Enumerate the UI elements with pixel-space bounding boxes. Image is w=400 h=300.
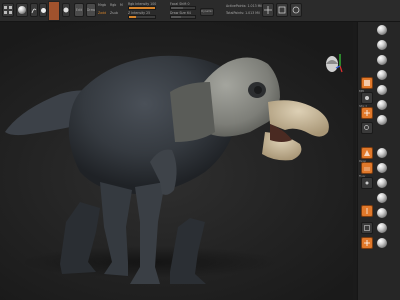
sphere-icon [377,238,387,248]
z-intensity-slider[interactable] [128,15,156,19]
lightbox-button[interactable] [2,3,14,17]
viewport-scrollbar[interactable] [353,22,356,300]
scroll-button[interactable] [361,107,373,119]
shelf-column-right [375,22,389,300]
lsym-button[interactable] [361,205,373,217]
move-icon [364,240,370,246]
material-sphere-12[interactable] [376,207,388,219]
draw-label: Draw [86,8,96,12]
alpha-button[interactable] [39,3,47,17]
sphere-icon [377,55,387,65]
canvas-viewport[interactable] [0,22,357,300]
move-shelf-button[interactable] [361,237,373,249]
persp-icon [364,150,370,156]
rgb-label[interactable]: Rgb [110,3,116,7]
focal-shift-slider[interactable] [170,6,196,10]
floor-icon [364,167,370,171]
sphere-icon [377,115,387,125]
material-sphere-10[interactable] [376,177,388,189]
head-gizmo-icon[interactable] [322,52,344,82]
m-label[interactable]: M [120,3,123,7]
grid-icon [4,6,12,14]
sphere-icon [377,85,387,95]
mrgb-label[interactable]: Mrgb [98,3,106,7]
dinosaur-model [5,55,329,284]
local-button[interactable] [361,177,373,189]
material-sphere-8[interactable] [376,147,388,159]
material-sphere-1[interactable] [376,24,388,36]
zadd-label[interactable]: Zadd [98,11,106,15]
move-button[interactable] [262,3,274,17]
eye [254,86,262,94]
material-sphere-11[interactable] [376,192,388,204]
zoom-button[interactable] [361,122,373,134]
texture-button[interactable] [62,3,70,17]
brush-sphere-icon [18,6,26,14]
top-toolbar: Edit Draw Mrgb Rgb M Zadd Zsub Rgb Inten… [0,0,400,22]
draw-size-slider[interactable] [170,15,196,19]
dynamic-button[interactable]: Dynamic [200,8,214,16]
material-sphere-13[interactable] [376,222,388,234]
shelf-label-floor: Floor [359,175,366,178]
local-icon [365,181,369,185]
material-sphere-2[interactable] [376,39,388,51]
sphere-icon [377,25,387,35]
shelf-label-persp: Persp [359,160,367,163]
scale-icon [278,6,286,14]
z-intensity-fill [129,16,136,18]
draw-size-fill [171,16,181,18]
material-sphere-9[interactable] [376,162,388,174]
rotate-icon [292,6,300,14]
right-shelf: BPR SPix 3 Persp Floor [357,22,400,300]
sphere-icon [377,148,387,158]
material-sphere-7[interactable] [376,114,388,126]
sphere-icon [377,100,387,110]
spix-icon [365,96,369,100]
rgb-intensity-fill [129,7,155,9]
edit-button[interactable]: Edit [74,3,84,17]
scroll-icon [364,110,370,116]
scale-button[interactable] [276,3,288,17]
material-sphere-4[interactable] [376,69,388,81]
material-swatch[interactable] [48,1,60,21]
frame-icon [364,225,370,231]
texture-icon [63,7,69,13]
shelf-label-bpr: BPR [359,90,365,93]
render-icon [364,80,370,86]
material-sphere-3[interactable] [376,54,388,66]
shelf-label-spix: SPix 3 [359,105,367,108]
rotate-button[interactable] [290,3,302,17]
floor-button[interactable] [361,162,373,174]
draw-button[interactable]: Draw [86,3,96,17]
sphere-icon [377,193,387,203]
edit-label: Edit [75,8,83,12]
sphere-icon [377,208,387,218]
sphere-icon [377,223,387,233]
rgb-intensity-slider[interactable] [128,6,156,10]
dynamic-label: Dynamic [201,10,213,13]
symmetry-icon [366,208,368,214]
sphere-icon [377,163,387,173]
alpha-icon [40,7,46,13]
stroke-button[interactable] [30,3,38,17]
brush-button[interactable] [16,3,28,17]
material-sphere-5[interactable] [376,84,388,96]
active-points-label: ActivePoints: 1.013 Mil [226,4,263,8]
stroke-icon [31,8,37,14]
focal-shift-fill [171,7,183,9]
zoom-icon [364,125,369,130]
move-icon [264,6,272,14]
material-sphere-14[interactable] [376,237,388,249]
sphere-icon [377,178,387,188]
neck [170,82,215,142]
total-points-label: TotalPoints: 1.013 Mil [226,11,260,15]
frame-button[interactable] [361,222,373,234]
zsub-label[interactable]: Zsub [110,11,118,15]
bpr-button[interactable] [361,77,373,89]
persp-button[interactable] [361,147,373,159]
sphere-icon [377,40,387,50]
sphere-icon [377,70,387,80]
spix-button[interactable] [361,92,373,104]
material-sphere-6[interactable] [376,99,388,111]
